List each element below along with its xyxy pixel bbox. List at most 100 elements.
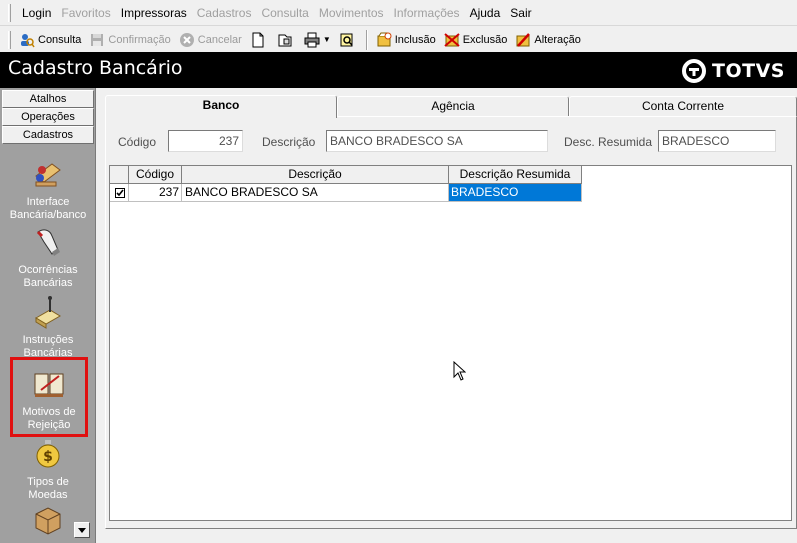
instructions-icon: [35, 296, 61, 329]
save-icon: [91, 33, 104, 46]
toolbar-grip: [8, 30, 11, 49]
confirmacao-button[interactable]: Confirmação: [85, 29, 174, 51]
consulta-label: Consulta: [38, 33, 82, 46]
printer-icon: [304, 32, 320, 47]
exclusao-label: Exclusão: [462, 33, 508, 46]
sidebar-item-label: Tipos de: [27, 476, 69, 488]
add-icon: [377, 32, 392, 46]
sidebar-item-label: Ocorrências: [18, 264, 78, 276]
cancelar-button[interactable]: Cancelar: [175, 29, 246, 51]
sidebar-item-label: Motivos de: [22, 406, 76, 418]
bank-interface-icon: [35, 163, 61, 187]
sidebar-item-ocorrencias[interactable]: Ocorrências Bancárias: [2, 224, 94, 290]
chevron-down-icon: [78, 527, 86, 533]
inclusao-button[interactable]: Inclusão: [372, 29, 440, 51]
sidebar: Atalhos Operações Cadastros Interface Ba…: [0, 88, 96, 543]
currency-types-icon: $: [36, 440, 60, 468]
sidebar-item-label: Instruções: [22, 334, 74, 346]
new-document-icon: [252, 32, 264, 47]
toolbar: Consulta Confirmação Cancelar ▼ Inclusão…: [0, 27, 797, 52]
tab-banco[interactable]: Banco: [105, 95, 337, 118]
confirmacao-label: Confirmação: [108, 33, 171, 46]
grid-header-check: [110, 166, 129, 184]
find-icon: [340, 33, 353, 46]
grid-header-descricao[interactable]: Descrição: [182, 166, 449, 184]
tab-conta-corrente[interactable]: Conta Corrente: [569, 96, 797, 117]
menu-informacoes[interactable]: Informações: [389, 6, 465, 20]
totvs-logo-icon: [682, 59, 707, 83]
table-row[interactable]: 237 BANCO BRADESCO SA BRADESCO: [110, 184, 586, 202]
brand-logo: TOTVS: [682, 59, 785, 83]
package-icon: [35, 507, 61, 535]
edit-icon: [516, 32, 531, 47]
resumida-label: Desc. Resumida: [564, 135, 653, 149]
toolbar-separator: [365, 29, 368, 50]
search-person-icon: [21, 33, 35, 47]
alteracao-label: Alteração: [534, 33, 581, 46]
filter-row: Código 237 Descrição BANCO BRADESCO SA D…: [106, 127, 786, 153]
row-checkbox-cell[interactable]: [110, 184, 129, 202]
new-document-button[interactable]: [246, 29, 273, 51]
tab-agencia[interactable]: Agência: [337, 96, 569, 117]
descricao-label: Descrição: [262, 135, 316, 149]
sidebar-item-tipos-moedas[interactable]: $ Tipos de Moedas: [2, 436, 94, 502]
grid-header-codigo[interactable]: Código: [129, 166, 182, 184]
alteracao-button[interactable]: Alteração: [511, 29, 584, 51]
row-resumida-cell[interactable]: BRADESCO: [449, 184, 582, 202]
main-area: Banco Agência Conta Corrente Código 237 …: [99, 88, 797, 543]
menu-login[interactable]: Login: [17, 6, 56, 20]
grid-header-resumida[interactable]: Descrição Resumida: [449, 166, 582, 184]
sidebar-item-label: Bancárias: [23, 347, 73, 359]
svg-text:$: $: [43, 449, 53, 465]
window-title: Cadastro Bancário: [8, 57, 183, 79]
mouse-cursor-icon: [453, 360, 467, 384]
menu-sair[interactable]: Sair: [505, 6, 536, 20]
sidebar-section-atalhos[interactable]: Atalhos: [2, 90, 94, 108]
tab-panel-banco: Código 237 Descrição BANCO BRADESCO SA D…: [105, 116, 797, 529]
sidebar-item-label: Interface: [26, 196, 70, 208]
sidebar-item-interface-bancaria[interactable]: Interface Bancária/banco: [2, 156, 94, 222]
dropdown-arrow-icon: ▼: [322, 35, 331, 44]
brand-text: TOTVS: [712, 60, 785, 82]
codigo-field[interactable]: 237: [168, 130, 243, 152]
row-codigo-cell[interactable]: 237: [129, 184, 182, 202]
find-button[interactable]: [335, 29, 362, 51]
window-titlebar: Cadastro Bancário TOTVS: [0, 52, 797, 88]
sidebar-section-operacoes[interactable]: Operações: [2, 108, 94, 126]
sidebar-item-motivos-rejeicao[interactable]: Motivos de Rejeição: [10, 357, 88, 437]
cancel-icon: [179, 32, 194, 47]
row-checkbox[interactable]: [115, 188, 125, 198]
print-button[interactable]: ▼: [300, 29, 335, 51]
exclusao-button[interactable]: Exclusão: [440, 29, 512, 51]
delete-icon: [444, 32, 460, 47]
sidebar-scroll-down-button[interactable]: [74, 522, 90, 538]
menu-impressoras[interactable]: Impressoras: [116, 6, 192, 20]
menu-cadastros[interactable]: Cadastros: [192, 6, 257, 20]
checkmark-icon: [116, 189, 124, 197]
codigo-label: Código: [118, 135, 157, 149]
sidebar-item-label: Bancária/banco: [9, 209, 87, 221]
occurrences-icon: [36, 229, 60, 256]
sidebar-section-cadastros[interactable]: Cadastros: [2, 126, 94, 144]
menu-grip: [8, 3, 11, 22]
open-document-icon: [278, 34, 292, 46]
tab-strip: Banco Agência Conta Corrente: [105, 95, 797, 118]
consulta-button[interactable]: Consulta: [15, 29, 85, 51]
sidebar-item-label: Bancárias: [23, 277, 73, 289]
menu-favoritos[interactable]: Favoritos: [56, 6, 115, 20]
menu-movimentos[interactable]: Movimentos: [314, 6, 389, 20]
sidebar-item-label: Moedas: [28, 489, 68, 501]
rejection-reasons-icon: [34, 373, 64, 397]
grid-header: Código Descrição Descrição Resumida: [110, 166, 791, 184]
resumida-field[interactable]: BRADESCO: [658, 130, 776, 152]
menu-ajuda[interactable]: Ajuda: [465, 6, 506, 20]
inclusao-label: Inclusão: [394, 33, 436, 46]
menu-bar: Login Favoritos Impressoras Cadastros Co…: [0, 0, 797, 26]
menu-consulta[interactable]: Consulta: [256, 6, 313, 20]
open-document-button[interactable]: [273, 29, 300, 51]
bank-grid[interactable]: Código Descrição Descrição Resumida 237 …: [109, 165, 792, 521]
row-descricao-cell[interactable]: BANCO BRADESCO SA: [182, 184, 449, 202]
sidebar-item-instrucoes[interactable]: Instruções Bancárias: [2, 294, 94, 360]
descricao-field[interactable]: BANCO BRADESCO SA: [326, 130, 548, 152]
cancelar-label: Cancelar: [197, 33, 242, 46]
